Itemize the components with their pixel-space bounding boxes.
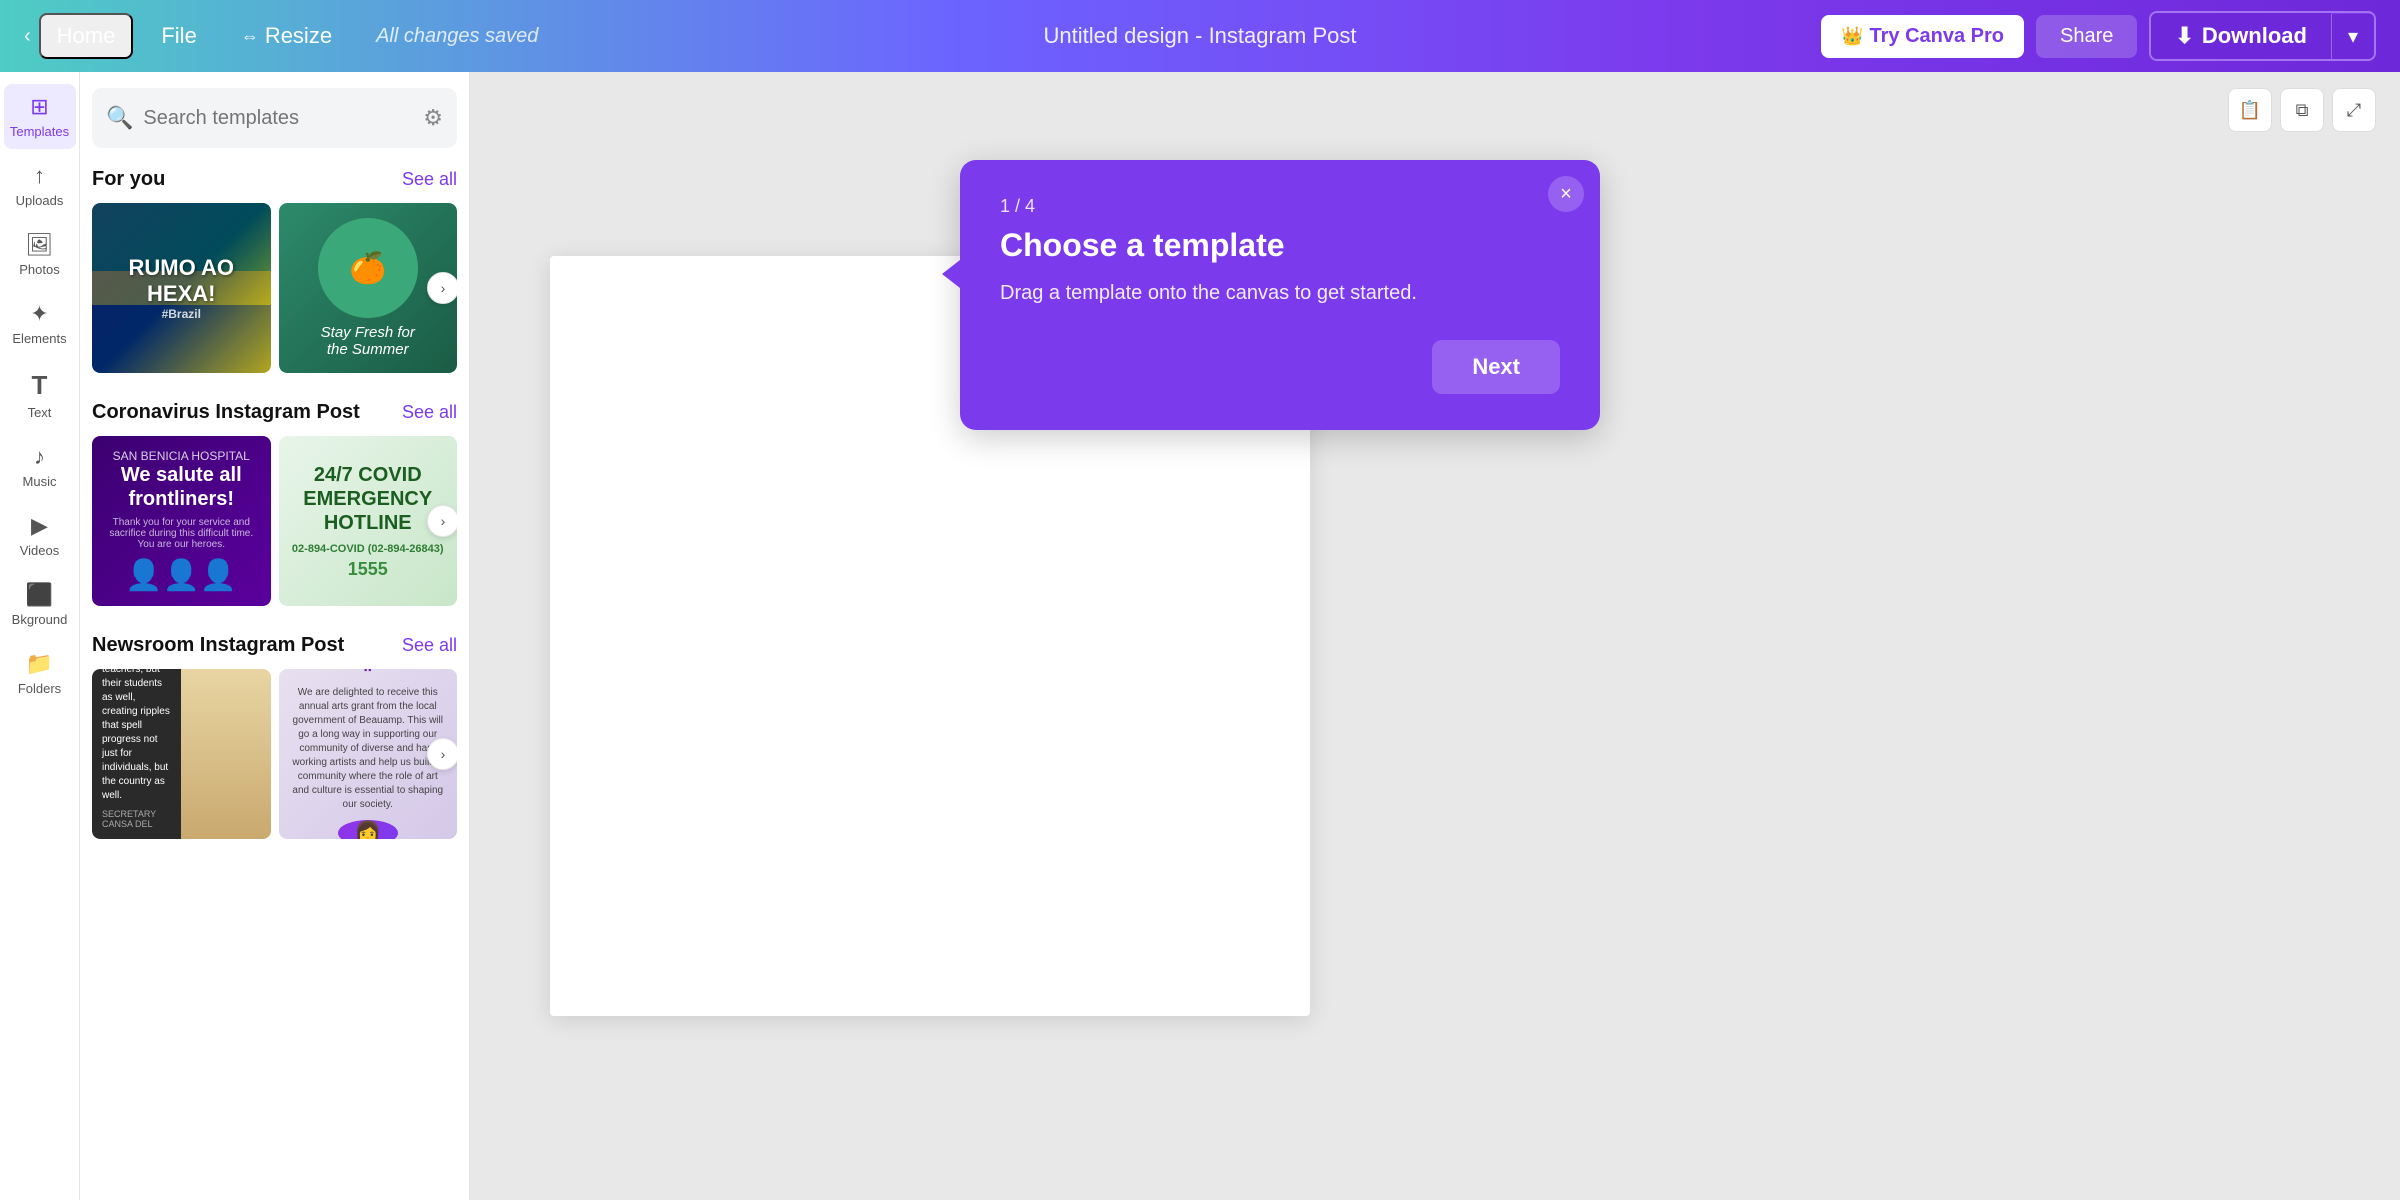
videos-label: Videos	[20, 543, 60, 558]
filter-icon[interactable]: ⚙	[423, 105, 443, 131]
coronavirus-next-button[interactable]: ›	[427, 505, 457, 537]
coronavirus-header: Coronavirus Instagram Post See all	[92, 401, 457, 424]
for-you-header: For you See all	[92, 168, 457, 191]
music-label: Music	[23, 474, 57, 489]
coronavirus-title: Coronavirus Instagram Post	[92, 401, 360, 424]
tooltip-step: 1 / 4	[1000, 196, 1560, 217]
copy-icon: ⧉	[2296, 100, 2309, 121]
try-pro-label: Try Canva Pro	[1870, 25, 2005, 48]
tooltip-title: Choose a template	[1000, 227, 1560, 264]
brazil-thumb: RUMO AO HEXA! #Brazil	[92, 203, 271, 373]
tooltip-arrow	[942, 260, 960, 288]
download-button-wrap: ⬇ Download ▾	[2149, 11, 2376, 61]
download-button[interactable]: ⬇ Download	[2151, 13, 2331, 59]
topnav: ‹ Home File ⇔ Resize All changes saved U…	[0, 0, 2400, 72]
sidebar-item-folders[interactable]: 📁 Folders	[4, 641, 76, 706]
news1-template[interactable]: " We strongly believe that this program …	[92, 669, 271, 839]
templates-panel: 🔍 ⚙ For you See all RUMO AO HEXA! #Brazi…	[80, 72, 470, 1200]
sidebar-item-photos[interactable]: 🖼 Photos	[4, 222, 76, 287]
tooltip-next-button[interactable]: Next	[1432, 340, 1560, 394]
topnav-left: ‹ Home File ⇔ Resize All changes saved	[24, 13, 1821, 59]
elements-icon: ✦	[30, 301, 48, 327]
sidebar-item-background[interactable]: ⬛ Bkground	[4, 572, 76, 637]
for-you-title: For you	[92, 168, 165, 191]
newsroom-see-all[interactable]: See all	[402, 635, 457, 656]
coronavirus-row: SAN BENICIA HOSPITAL We salute all front…	[92, 436, 457, 606]
templates-icon: ⊞	[30, 94, 48, 120]
notes-icon: 📋	[2239, 100, 2261, 121]
covid1-template[interactable]: SAN BENICIA HOSPITAL We salute all front…	[92, 436, 271, 606]
newsroom-row: " We strongly believe that this program …	[92, 669, 457, 839]
download-icon: ⬇	[2175, 23, 2193, 49]
canvas-area: 📋 ⧉ ⤢ × 1 / 4 Choose a template Drag a t…	[470, 72, 2400, 1200]
sidebar-item-elements[interactable]: ✦ Elements	[4, 291, 76, 356]
try-canva-pro-button[interactable]: 👑 Try Canva Pro	[1821, 15, 2024, 58]
expand-icon: ⤢	[2347, 100, 2361, 121]
sidebar-item-music[interactable]: ♪ Music	[4, 434, 76, 499]
search-bar: 🔍 ⚙	[92, 88, 457, 148]
newsroom-header: Newsroom Instagram Post See all	[92, 634, 457, 657]
autosave-status: All changes saved	[376, 25, 538, 48]
uploads-label: Uploads	[16, 193, 64, 208]
videos-icon: ▶	[31, 513, 48, 539]
search-input[interactable]	[143, 107, 415, 130]
design-title: Untitled design - Instagram Post	[1043, 23, 1356, 49]
brazil-template[interactable]: RUMO AO HEXA! #Brazil	[92, 203, 271, 373]
sidebar-item-text[interactable]: T Text	[4, 360, 76, 430]
resize-label: Resize	[265, 23, 332, 49]
covid1-thumb: SAN BENICIA HOSPITAL We salute all front…	[92, 436, 271, 606]
file-button[interactable]: File	[141, 15, 216, 57]
resize-button[interactable]: ⇔ Resize	[225, 15, 348, 57]
elements-label: Elements	[12, 331, 66, 346]
file-label: File	[161, 23, 196, 48]
canvas-toolbar: 📋 ⧉ ⤢	[2228, 88, 2376, 132]
icon-sidebar: ⊞ Templates ↑ Uploads 🖼 Photos ✦ Element…	[0, 72, 80, 1200]
topnav-right: 👑 Try Canva Pro Share ⬇ Download ▾	[1821, 11, 2376, 61]
folders-label: Folders	[18, 681, 61, 696]
copy-button[interactable]: ⧉	[2280, 88, 2324, 132]
for-you-next-button[interactable]: ›	[427, 272, 457, 304]
photos-label: Photos	[19, 262, 59, 277]
sidebar-item-videos[interactable]: ▶ Videos	[4, 503, 76, 568]
home-label: Home	[57, 23, 116, 49]
for-you-row: RUMO AO HEXA! #Brazil 🍊 Stay Fresh for t…	[92, 203, 457, 373]
music-icon: ♪	[34, 444, 45, 470]
brazil-text: RUMO AO HEXA!	[128, 255, 234, 308]
for-you-see-all[interactable]: See all	[402, 169, 457, 190]
share-label: Share	[2060, 25, 2113, 47]
sidebar-item-uploads[interactable]: ↑ Uploads	[4, 153, 76, 218]
sidebar-item-templates[interactable]: ⊞ Templates	[4, 84, 76, 149]
uploads-icon: ↑	[34, 163, 45, 189]
text-icon: T	[32, 370, 48, 401]
chevron-down-icon: ▾	[2348, 26, 2358, 48]
share-button[interactable]: Share	[2036, 15, 2137, 58]
templates-label: Templates	[10, 124, 69, 139]
back-arrow-icon[interactable]: ‹	[24, 25, 31, 48]
crown-icon: 👑	[1841, 26, 1863, 47]
news1-thumb: " We strongly believe that this program …	[92, 669, 271, 839]
coronavirus-see-all[interactable]: See all	[402, 402, 457, 423]
main-layout: ⊞ Templates ↑ Uploads 🖼 Photos ✦ Element…	[0, 72, 2400, 1200]
text-label: Text	[28, 405, 52, 420]
background-label: Bkground	[12, 612, 68, 627]
background-icon: ⬛	[26, 582, 53, 608]
resize-icon: ⇔	[241, 26, 259, 47]
download-dropdown-button[interactable]: ▾	[2331, 14, 2374, 59]
folders-icon: 📁	[26, 651, 53, 677]
newsroom-title: Newsroom Instagram Post	[92, 634, 344, 657]
fruit-text: Stay Fresh for the Summer	[321, 324, 415, 358]
notes-button[interactable]: 📋	[2228, 88, 2272, 132]
tooltip-body: Drag a template onto the canvas to get s…	[1000, 278, 1560, 308]
photos-icon: 🖼	[26, 232, 54, 258]
download-label: Download	[2202, 23, 2307, 49]
search-icon: 🔍	[106, 105, 133, 131]
fruit-circle: 🍊	[318, 218, 418, 318]
tooltip-popup: × 1 / 4 Choose a template Drag a templat…	[960, 160, 1600, 430]
newsroom-next-button[interactable]: ›	[427, 738, 457, 770]
home-button[interactable]: Home	[39, 13, 134, 59]
expand-button[interactable]: ⤢	[2332, 88, 2376, 132]
